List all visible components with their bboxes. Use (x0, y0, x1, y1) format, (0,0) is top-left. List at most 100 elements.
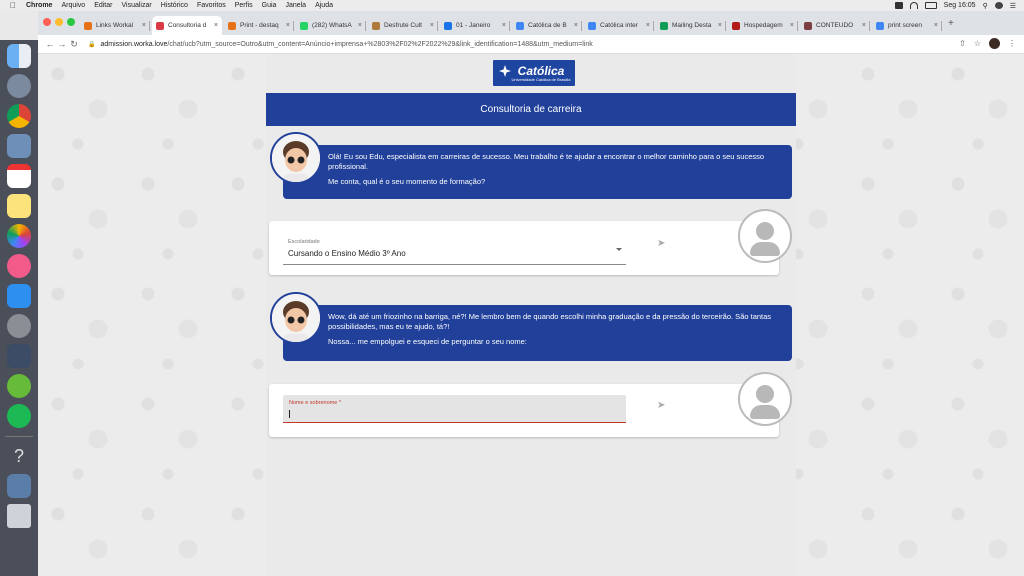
spotify-icon[interactable] (7, 404, 31, 428)
trash-icon[interactable] (7, 504, 31, 528)
browser-tab[interactable]: Consultoria d × (152, 16, 222, 35)
profile-avatar[interactable] (989, 38, 1000, 49)
tab-favicon-icon (588, 21, 596, 30)
menu-item-visualizar[interactable]: Visualizar (121, 2, 151, 9)
education-select[interactable]: Cursando o Ensino Médio 3º Ano (288, 249, 406, 258)
forward-icon[interactable]: → (56, 39, 68, 49)
minimize-window-button[interactable] (55, 18, 63, 26)
help-icon[interactable]: ? (7, 444, 31, 468)
browser-tab[interactable]: Links Workal × (80, 16, 150, 35)
preview-icon[interactable] (7, 134, 31, 158)
close-tab-icon[interactable]: × (790, 22, 794, 29)
close-tab-icon[interactable]: × (214, 22, 218, 29)
browser-tab[interactable]: Católica de B × (512, 16, 582, 35)
address-bar[interactable]: 🔒 admission.worka.love/chat/ucb?utm_sour… (88, 37, 593, 52)
tab-favicon-icon (444, 21, 452, 30)
close-tab-icon[interactable]: × (502, 22, 506, 29)
control-menu-icon[interactable]: ☰ (1010, 2, 1016, 10)
close-tab-icon[interactable]: × (718, 22, 722, 29)
browser-tab[interactable]: print screen × (872, 16, 942, 35)
chat-header: Consultoria de carreira (266, 93, 796, 126)
tab-separator (869, 21, 870, 31)
tab-separator (437, 21, 438, 31)
search-icon[interactable]: ⚲ (983, 2, 988, 10)
bot-message-text: Nossa... me empolguei e esqueci de pergu… (328, 337, 527, 346)
browser-tab[interactable]: Print - destaq × (224, 16, 294, 35)
user-menu-icon[interactable] (994, 2, 1003, 9)
close-tab-icon[interactable]: × (142, 22, 146, 29)
back-icon[interactable]: ← (44, 39, 56, 49)
close-tab-icon[interactable]: × (574, 22, 578, 29)
logo-subtitle: Universidade Católica de Brasília (511, 76, 571, 82)
tab-separator (293, 21, 294, 31)
apple-menu-icon[interactable]:  (10, 1, 16, 10)
user-silhouette-icon (756, 385, 774, 403)
chevron-down-icon[interactable] (616, 248, 622, 251)
more-menu-icon[interactable]: ⋮ (1008, 39, 1016, 48)
lock-icon[interactable]: 🔒 (88, 41, 95, 48)
downloads-icon[interactable] (7, 474, 31, 498)
address-host: admission.worka.love (100, 40, 168, 48)
system-preferences-icon[interactable] (7, 314, 31, 338)
bot-message-text: Olá! Eu sou Edu, especialista em carreir… (328, 152, 765, 171)
menu-item-ajuda[interactable]: Ajuda (315, 2, 333, 9)
catolica-logo: Católica Universidade Católica de Brasíl… (493, 60, 575, 86)
browser-tab[interactable]: (282) WhatsA × (296, 16, 366, 35)
calendar-icon[interactable] (7, 164, 31, 188)
menu-item-historico[interactable]: Histórico (161, 2, 188, 9)
clock[interactable]: Seg 16:05 (944, 2, 976, 9)
menu-item-perfis[interactable]: Perfis (235, 2, 253, 9)
text-cursor (289, 410, 290, 418)
tab-label: Links Workal (96, 22, 134, 29)
menu-item-favoritos[interactable]: Favoritos (197, 2, 226, 9)
app-store-icon[interactable] (7, 284, 31, 308)
close-tab-icon[interactable]: × (430, 22, 434, 29)
status-tray-icon[interactable] (894, 2, 903, 9)
bookmark-star-icon[interactable]: ☆ (974, 39, 981, 48)
chrome-icon[interactable] (7, 104, 31, 128)
migration-icon[interactable] (7, 344, 31, 368)
photos-icon[interactable] (7, 224, 31, 248)
close-tab-icon[interactable]: × (934, 22, 938, 29)
browser-tab[interactable]: 01 - Janeiro × (440, 16, 510, 35)
browser-tab[interactable]: Mailing Desta × (656, 16, 726, 35)
menu-item-janela[interactable]: Janela (285, 2, 306, 9)
user-answer-card (269, 221, 779, 275)
bot-message: Olá! Eu sou Edu, especialista em carreir… (283, 145, 792, 199)
close-tab-icon[interactable]: × (646, 22, 650, 29)
share-icon[interactable]: ⇧ (959, 39, 966, 48)
close-tab-icon[interactable]: × (286, 22, 290, 29)
send-icon[interactable]: ➤ (657, 238, 665, 249)
wifi-icon[interactable] (909, 2, 918, 9)
utorrent-icon[interactable] (7, 374, 31, 398)
user-silhouette-icon (756, 222, 774, 240)
bot-message: Wow, dá até um friozinho na barriga, né?… (283, 305, 792, 361)
tab-separator (365, 21, 366, 31)
browser-tab[interactable]: Católica inter × (584, 16, 654, 35)
browser-tab[interactable]: CONTEÚDO × (800, 16, 870, 35)
browser-tab[interactable]: Desfrute Cult × (368, 16, 438, 35)
reload-icon[interactable]: ↻ (68, 39, 80, 50)
menu-item-guia[interactable]: Guia (262, 2, 277, 9)
zoom-window-button[interactable] (67, 18, 75, 26)
launchpad-icon[interactable] (7, 74, 31, 98)
itunes-icon[interactable] (7, 254, 31, 278)
close-tab-icon[interactable]: × (862, 22, 866, 29)
menu-item-editar[interactable]: Editar (94, 2, 112, 9)
battery-icon[interactable] (924, 2, 937, 9)
tab-favicon-icon (156, 21, 164, 30)
edu-avatar-icon (272, 294, 320, 342)
new-tab-icon[interactable]: + (948, 18, 954, 29)
tab-label: CONTEÚDO (816, 22, 854, 29)
bot-message-text: Wow, dá até um friozinho na barriga, né?… (328, 312, 772, 331)
finder-icon[interactable] (7, 44, 31, 68)
close-tab-icon[interactable]: × (358, 22, 362, 29)
send-icon[interactable]: ➤ (657, 400, 665, 411)
close-window-button[interactable] (43, 18, 51, 26)
menu-item-arquivo[interactable]: Arquivo (61, 2, 85, 9)
menu-app-name[interactable]: Chrome (26, 2, 52, 9)
macos-menu-bar:  Chrome Arquivo Editar Visualizar Histó… (0, 0, 1024, 11)
browser-tab[interactable]: Hospedagem × (728, 16, 798, 35)
edu-avatar-icon (272, 134, 320, 182)
notes-icon[interactable] (7, 194, 31, 218)
